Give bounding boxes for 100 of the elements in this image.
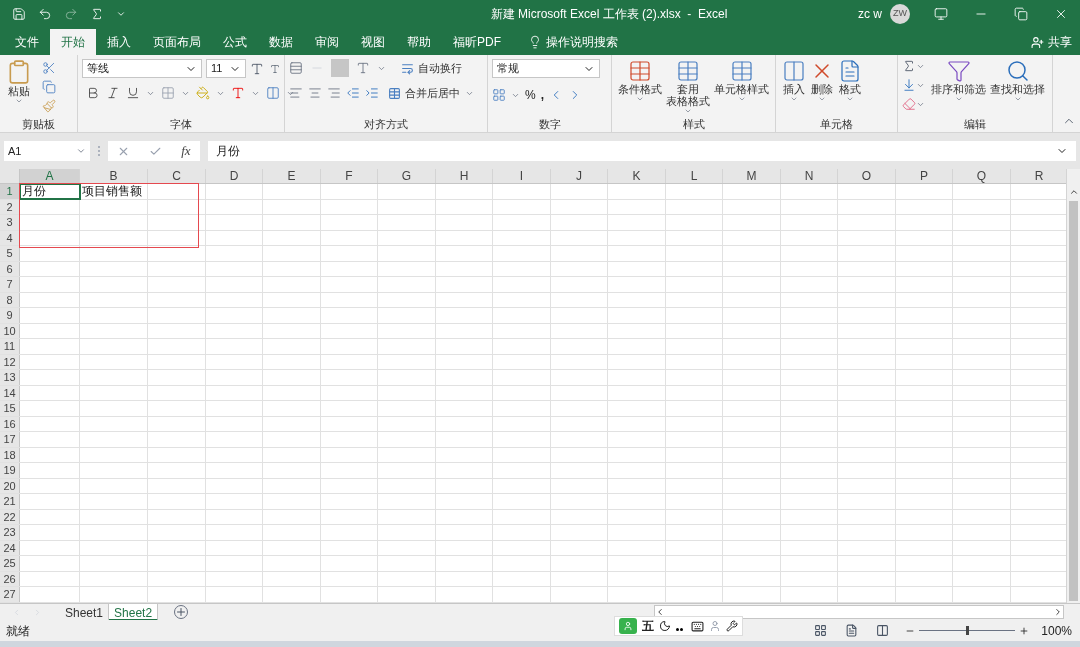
row-header[interactable]: 17 xyxy=(0,432,20,447)
column-header[interactable]: L xyxy=(666,169,723,183)
ribbon-tab[interactable]: 插入 xyxy=(96,29,142,55)
copy-icon[interactable] xyxy=(42,80,56,94)
column-header[interactable]: B xyxy=(80,169,148,183)
font-color-icon[interactable] xyxy=(231,86,245,100)
column-header[interactable]: H xyxy=(436,169,493,183)
wrap-text-button[interactable]: 自动换行 xyxy=(401,59,462,77)
zoom-in-icon[interactable] xyxy=(1019,625,1030,636)
vertical-scrollbar[interactable] xyxy=(1066,169,1080,603)
column-header[interactable]: C xyxy=(148,169,206,183)
ribbon-tab[interactable]: 公式 xyxy=(212,29,258,55)
normal-view-icon[interactable] xyxy=(814,624,828,637)
font-size-field[interactable]: 11 xyxy=(206,59,246,78)
border-icon[interactable] xyxy=(161,86,175,100)
scroll-up-icon[interactable] xyxy=(1068,187,1079,197)
lightbulb-icon[interactable] xyxy=(528,35,542,49)
page-break-icon[interactable] xyxy=(876,624,890,637)
ribbon-tab[interactable]: 审阅 xyxy=(304,29,350,55)
align-center-icon[interactable] xyxy=(308,86,322,101)
column-header[interactable]: Q xyxy=(953,169,1011,183)
cells-button[interactable]: 删除 xyxy=(808,59,836,116)
wrench-icon[interactable] xyxy=(726,620,738,632)
font-name-field[interactable]: 等线 xyxy=(82,59,202,78)
row-header[interactable]: 11 xyxy=(0,339,20,354)
column-header[interactable]: M xyxy=(723,169,781,183)
comma-button[interactable]: , xyxy=(540,86,544,104)
tell-me-field[interactable]: 操作说明搜索 xyxy=(546,33,618,51)
caret-icon[interactable] xyxy=(684,107,692,115)
ribbon-tab[interactable]: 数据 xyxy=(258,29,304,55)
fill-icon[interactable] xyxy=(902,78,916,92)
decrease-indent-icon[interactable] xyxy=(346,86,360,101)
caret-icon[interactable] xyxy=(1013,95,1022,103)
column-header[interactable]: N xyxy=(781,169,838,183)
share-button[interactable]: 共享 xyxy=(1031,29,1080,55)
user-avatar[interactable]: ZW xyxy=(890,3,910,24)
column-header[interactable]: F xyxy=(321,169,378,183)
column-header[interactable]: D xyxy=(206,169,263,183)
merge-center-button[interactable]: 合并后居中 xyxy=(388,85,460,102)
column-header[interactable]: O xyxy=(838,169,896,183)
ribbon-tab[interactable]: 文件 xyxy=(4,29,50,55)
sum-icon[interactable] xyxy=(90,6,104,21)
clear-icon[interactable] xyxy=(902,97,916,111)
align-top-icon[interactable] xyxy=(289,61,303,75)
row-header[interactable]: 13 xyxy=(0,370,20,385)
find-select-button[interactable]: 查找和选择 xyxy=(988,59,1047,116)
format-painter-icon[interactable] xyxy=(42,99,56,113)
undo-icon[interactable] xyxy=(38,6,52,21)
caret-icon[interactable] xyxy=(790,95,798,103)
save-icon[interactable] xyxy=(12,6,26,21)
increase-indent-icon[interactable] xyxy=(365,86,379,101)
insert-function-button[interactable]: fx xyxy=(181,141,191,161)
row-header[interactable]: 9 xyxy=(0,308,20,323)
formula-field[interactable]: 月份 xyxy=(208,141,1076,161)
page-layout-icon[interactable] xyxy=(845,624,859,637)
fill-color-icon[interactable] xyxy=(196,86,210,100)
horizontal-scrollbar[interactable] xyxy=(654,605,1064,619)
column-header[interactable]: P xyxy=(896,169,953,183)
row-header[interactable]: 5 xyxy=(0,246,20,261)
style-button[interactable]: 单元格样式 xyxy=(712,59,771,116)
row-header[interactable]: 1 xyxy=(0,184,20,199)
moon-icon[interactable] xyxy=(659,620,671,632)
sheet-tab[interactable]: Sheet2 xyxy=(109,603,159,621)
ribbon-tab[interactable]: 视图 xyxy=(350,29,396,55)
cut-icon[interactable] xyxy=(42,61,56,75)
restore-icon[interactable] xyxy=(1014,6,1028,21)
grow-font-icon[interactable] xyxy=(250,61,264,76)
row-header[interactable]: 23 xyxy=(0,525,20,540)
caret-icon[interactable] xyxy=(737,95,746,103)
name-box[interactable]: A1 xyxy=(4,141,90,161)
caret-icon[interactable] xyxy=(954,95,963,103)
paste-button[interactable]: 粘贴 xyxy=(4,59,34,116)
percent-button[interactable]: % xyxy=(525,86,536,104)
keyboard-icon[interactable] xyxy=(691,619,704,633)
align-left-icon[interactable] xyxy=(289,86,303,101)
zoom-slider[interactable] xyxy=(919,626,1016,635)
align-right-icon[interactable] xyxy=(327,86,341,101)
ribbon-tab[interactable]: 帮助 xyxy=(396,29,442,55)
caret-icon[interactable] xyxy=(15,97,23,105)
scroll-right-icon[interactable] xyxy=(1053,607,1063,617)
row-header[interactable]: 3 xyxy=(0,215,20,230)
row-header[interactable]: 7 xyxy=(0,277,20,292)
row-header[interactable]: 21 xyxy=(0,494,20,509)
row-header[interactable]: 19 xyxy=(0,463,20,478)
column-header[interactable]: K xyxy=(608,169,666,183)
ribbon-tab[interactable]: 开始 xyxy=(50,29,96,55)
style-button[interactable]: 套用 表格格式 xyxy=(664,59,712,116)
bold-icon[interactable] xyxy=(86,86,100,100)
cells-button[interactable]: 插入 xyxy=(780,59,808,116)
caret-icon[interactable] xyxy=(846,95,854,103)
row-header[interactable]: 27 xyxy=(0,587,20,602)
scroll-left-icon[interactable] xyxy=(655,607,665,617)
underline-icon[interactable] xyxy=(126,86,140,100)
autosum-icon[interactable] xyxy=(902,59,916,73)
ime-mode[interactable]: 五 xyxy=(642,617,654,635)
number-format-field[interactable]: 常规 xyxy=(492,59,600,78)
row-header[interactable]: 15 xyxy=(0,401,20,416)
italic-icon[interactable] xyxy=(106,86,120,100)
caret-icon[interactable] xyxy=(76,146,86,156)
ribbon-tab[interactable]: 页面布局 xyxy=(142,29,212,55)
